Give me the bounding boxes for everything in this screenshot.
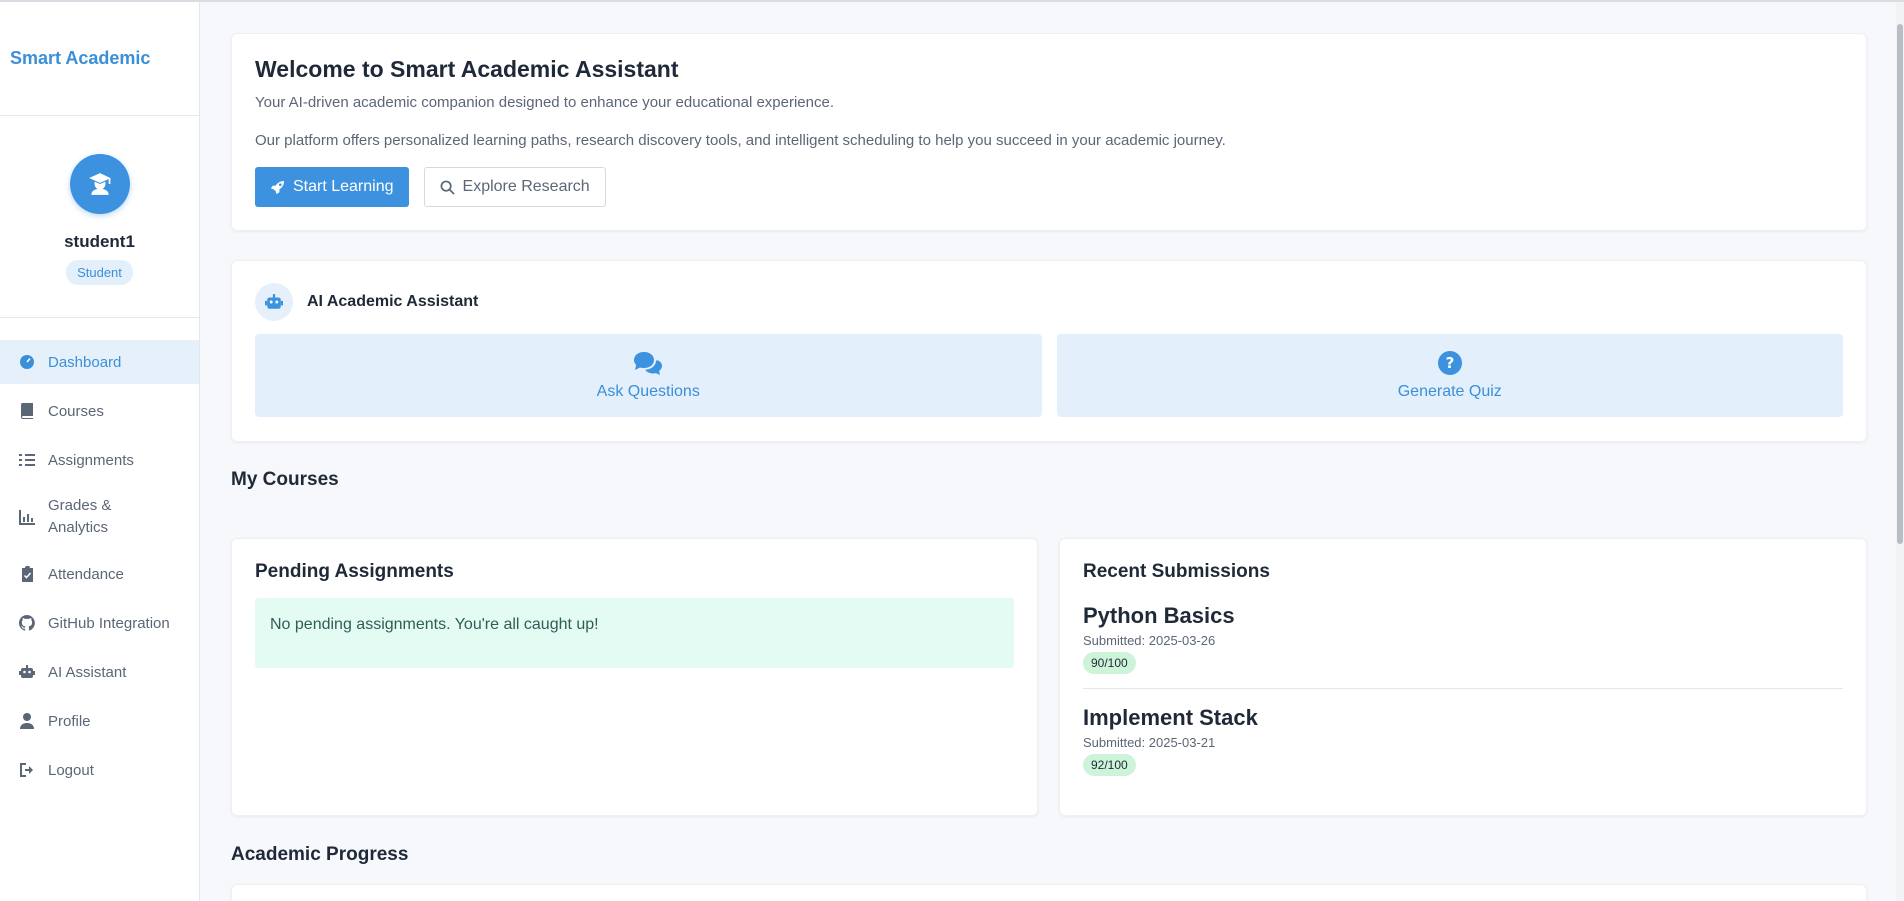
sidebar-item-github[interactable]: GitHub Integration [0, 601, 199, 645]
ai-actions: Ask Questions ? Generate Quiz [255, 334, 1843, 417]
tasks-icon [19, 452, 35, 468]
sidebar-item-grades[interactable]: Grades & Analytics [0, 487, 199, 547]
sidebar-item-label: Profile [48, 712, 91, 730]
scrollbar-thumb[interactable] [1897, 24, 1903, 544]
username: student1 [64, 232, 135, 251]
search-icon [440, 180, 455, 195]
sidebar-nav: Dashboard Courses Assignments Grades & A… [0, 318, 199, 792]
sidebar: Smart Academic student1 Student Dashboar… [0, 2, 200, 901]
start-learning-button[interactable]: Start Learning [255, 167, 409, 207]
academic-progress-heading: Academic Progress [231, 844, 409, 865]
robot-icon [19, 664, 35, 680]
submission-date: Submitted: 2025-03-26 [1083, 633, 1216, 648]
pending-assignments-card: Pending Assignments No pending assignmen… [231, 538, 1038, 816]
brand-logo[interactable]: Smart Academic [0, 2, 199, 116]
explore-research-label: Explore Research [462, 178, 590, 195]
submission-name: Implement Stack [1083, 705, 1258, 730]
sidebar-item-label: Logout [48, 761, 94, 779]
list-item[interactable]: Python Basics Submitted: 2025-03-26 90/1… [1083, 583, 1843, 674]
pending-assignments-title: Pending Assignments [255, 561, 454, 582]
welcome-description: Our platform offers personalized learnin… [255, 132, 1226, 149]
welcome-subtitle: Your AI-driven academic companion design… [255, 94, 834, 111]
submission-name: Python Basics [1083, 603, 1235, 628]
page-title: Welcome to Smart Academic Assistant [255, 56, 679, 82]
submission-date: Submitted: 2025-03-21 [1083, 735, 1216, 750]
github-icon [19, 615, 35, 631]
start-learning-label: Start Learning [293, 178, 394, 195]
dashboard-icon [19, 354, 35, 370]
recent-submissions-title: Recent Submissions [1083, 561, 1270, 582]
logout-icon [19, 762, 35, 778]
user-icon [19, 713, 35, 729]
welcome-actions: Start Learning Explore Research [255, 167, 1843, 207]
sidebar-item-label: Courses [48, 402, 104, 420]
user-graduate-icon [88, 173, 110, 195]
robot-icon [255, 283, 293, 321]
sidebar-item-courses[interactable]: Courses [0, 389, 199, 433]
sidebar-item-label: Attendance [48, 565, 124, 583]
ai-assistant-header: AI Academic Assistant [255, 283, 1843, 321]
sidebar-item-logout[interactable]: Logout [0, 748, 199, 792]
sidebar-item-ai-assistant[interactable]: AI Assistant [0, 650, 199, 694]
role-badge: Student [66, 260, 133, 285]
sidebar-item-label: Grades & Analytics [48, 497, 112, 536]
sidebar-item-label: AI Assistant [48, 663, 127, 681]
clipboard-icon [19, 566, 35, 582]
academic-progress-card [231, 884, 1867, 901]
scrollbar[interactable] [1896, 2, 1904, 901]
chart-icon [19, 509, 35, 525]
sidebar-item-assignments[interactable]: Assignments [0, 438, 199, 482]
generate-quiz-button[interactable]: ? Generate Quiz [1056, 334, 1843, 417]
sidebar-item-dashboard[interactable]: Dashboard [0, 340, 199, 384]
comments-icon [634, 351, 663, 375]
sidebar-item-label: Assignments [48, 451, 134, 469]
list-item[interactable]: Implement Stack Submitted: 2025-03-21 92… [1083, 688, 1843, 776]
ask-questions-label: Ask Questions [596, 382, 700, 400]
ai-assistant-card: AI Academic Assistant Ask Questions ? Ge… [231, 260, 1867, 442]
empty-assignments-notice: No pending assignments. You're all caugh… [255, 598, 1014, 668]
recent-submissions-card: Recent Submissions Python Basics Submitt… [1059, 538, 1867, 816]
score-badge: 90/100 [1083, 652, 1136, 674]
question-circle-icon: ? [1437, 350, 1462, 375]
ask-questions-button[interactable]: Ask Questions [255, 334, 1042, 417]
ai-assistant-title: AI Academic Assistant [307, 293, 479, 310]
user-profile: student1 Student [0, 116, 199, 318]
explore-research-button[interactable]: Explore Research [423, 167, 606, 207]
book-icon [19, 403, 35, 419]
sidebar-item-profile[interactable]: Profile [0, 699, 199, 743]
my-courses-heading: My Courses [231, 469, 339, 490]
score-badge: 92/100 [1083, 754, 1136, 776]
rocket-icon [270, 180, 285, 194]
generate-quiz-label: Generate Quiz [1397, 382, 1502, 400]
welcome-card: Welcome to Smart Academic Assistant Your… [231, 33, 1867, 231]
svg-text:?: ? [1445, 354, 1454, 372]
avatar[interactable] [69, 154, 130, 214]
sidebar-item-label: Dashboard [48, 353, 122, 371]
sidebar-item-attendance[interactable]: Attendance [0, 552, 199, 596]
sidebar-item-label: GitHub Integration [48, 614, 170, 632]
